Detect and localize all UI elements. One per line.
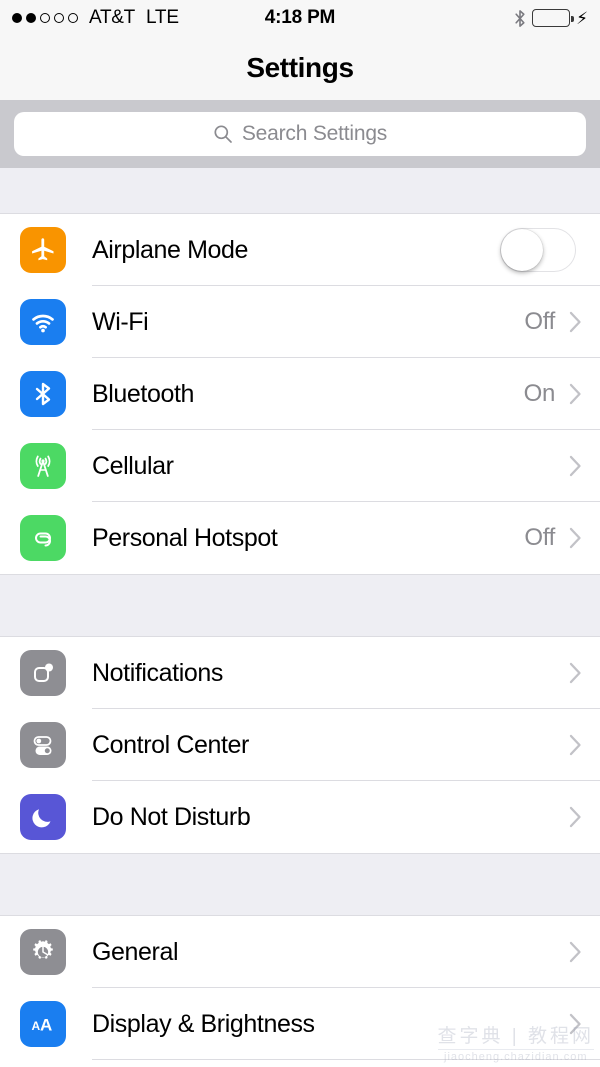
search-bar-container: Search Settings [0, 100, 600, 168]
settings-row-control [555, 455, 600, 477]
battery-indicator [532, 9, 574, 27]
moon-icon [20, 794, 66, 840]
settings-row-control [555, 941, 600, 963]
signal-dot-1 [12, 13, 22, 23]
chevron-right-icon [569, 734, 581, 756]
bluetooth-icon [20, 371, 66, 417]
settings-row-notifications[interactable]: Notifications [0, 637, 600, 709]
carrier-name: AT&T [89, 7, 135, 28]
settings-group-system: General A A Display & Brightness [0, 916, 600, 1060]
settings-row-label: Notifications [92, 658, 223, 687]
gear-icon [20, 929, 66, 975]
settings-row-control [555, 734, 600, 756]
settings-row-label: Wi-Fi [92, 307, 149, 336]
settings-row-label: Bluetooth [92, 379, 195, 408]
settings-row-control [500, 228, 600, 272]
settings-row-airplane-mode[interactable]: Airplane Mode [0, 214, 600, 286]
settings-group-alerts: Notifications Control Center Do Not Dist… [0, 637, 600, 853]
navigation-bar: Settings [0, 36, 600, 100]
signal-strength-dots [12, 13, 78, 23]
network-type: LTE [145, 7, 179, 28]
settings-row-label: Control Center [92, 730, 249, 759]
signal-dot-5 [68, 13, 78, 23]
settings-row-label: Display & Brightness [92, 1009, 315, 1038]
bluetooth-icon [515, 9, 525, 27]
settings-row-personal-hotspot[interactable]: Personal Hotspot Off [0, 502, 600, 574]
cellular-antenna-icon [20, 443, 66, 489]
signal-dot-2 [26, 13, 36, 23]
settings-row-label: Personal Hotspot [92, 523, 278, 552]
airplane-mode-toggle[interactable] [500, 228, 576, 272]
settings-row-value: Off [524, 524, 555, 551]
group-spacer-1 [0, 574, 600, 637]
status-bar-clock: 4:18 PM [264, 7, 336, 28]
status-bar-left: AT&T LTE [12, 7, 179, 29]
iphone-settings-screen: AT&T LTE 4:18 PM ⚡ Settings Search Setti… [0, 0, 600, 1067]
settings-row-control [555, 1013, 600, 1035]
airplane-icon [20, 227, 66, 273]
signal-dot-4 [54, 13, 64, 23]
charging-bolt-icon: ⚡ [576, 8, 588, 28]
search-placeholder-text: Search Settings [241, 122, 388, 145]
settings-row-general[interactable]: General [0, 916, 600, 988]
settings-row-control [555, 662, 600, 684]
settings-row-value: On [523, 380, 556, 407]
settings-row-control [555, 806, 600, 828]
chevron-right-icon [569, 311, 581, 333]
chevron-right-icon [569, 527, 581, 549]
settings-row-bluetooth[interactable]: Bluetooth On [0, 358, 600, 430]
settings-row-control: Off [524, 524, 600, 552]
settings-row-label: Cellular [92, 451, 174, 480]
control-center-icon [20, 722, 66, 768]
settings-row-control: Off [524, 308, 600, 336]
group-spacer-top [0, 168, 600, 214]
settings-row-value: Off [524, 308, 555, 335]
status-bar: AT&T LTE 4:18 PM ⚡ [0, 0, 600, 36]
status-bar-right: ⚡ [514, 9, 588, 28]
settings-row-control-center[interactable]: Control Center [0, 709, 600, 781]
notifications-icon [20, 650, 66, 696]
chevron-right-icon [569, 383, 581, 405]
signal-dot-3 [40, 13, 50, 23]
settings-row-label: Do Not Disturb [92, 802, 251, 831]
settings-row-display-brightness[interactable]: A A Display & Brightness [0, 988, 600, 1060]
group-spacer-2 [0, 853, 600, 916]
chevron-right-icon [569, 1013, 581, 1035]
settings-row-wifi[interactable]: Wi-Fi Off [0, 286, 600, 358]
settings-row-label: Airplane Mode [92, 235, 249, 264]
chevron-right-icon [569, 806, 581, 828]
wifi-icon [20, 299, 66, 345]
row-separator [92, 1059, 600, 1060]
text-size-aa-icon: A A [20, 1001, 66, 1047]
settings-row-do-not-disturb[interactable]: Do Not Disturb [0, 781, 600, 853]
chevron-right-icon [569, 455, 581, 477]
settings-row-control: On [524, 380, 600, 408]
search-input[interactable]: Search Settings [14, 112, 586, 156]
settings-row-cellular[interactable]: Cellular [0, 430, 600, 502]
settings-group-connectivity: Airplane Mode Wi-Fi Off Bluetooth On Cel… [0, 214, 600, 574]
search-icon [214, 125, 232, 143]
svg-text:A: A [40, 1016, 52, 1035]
page-title: Settings [246, 52, 354, 83]
hotspot-links-icon [20, 515, 66, 561]
chevron-right-icon [569, 662, 581, 684]
toggle-knob [501, 229, 543, 271]
settings-row-label: General [92, 937, 179, 966]
chevron-right-icon [569, 941, 581, 963]
